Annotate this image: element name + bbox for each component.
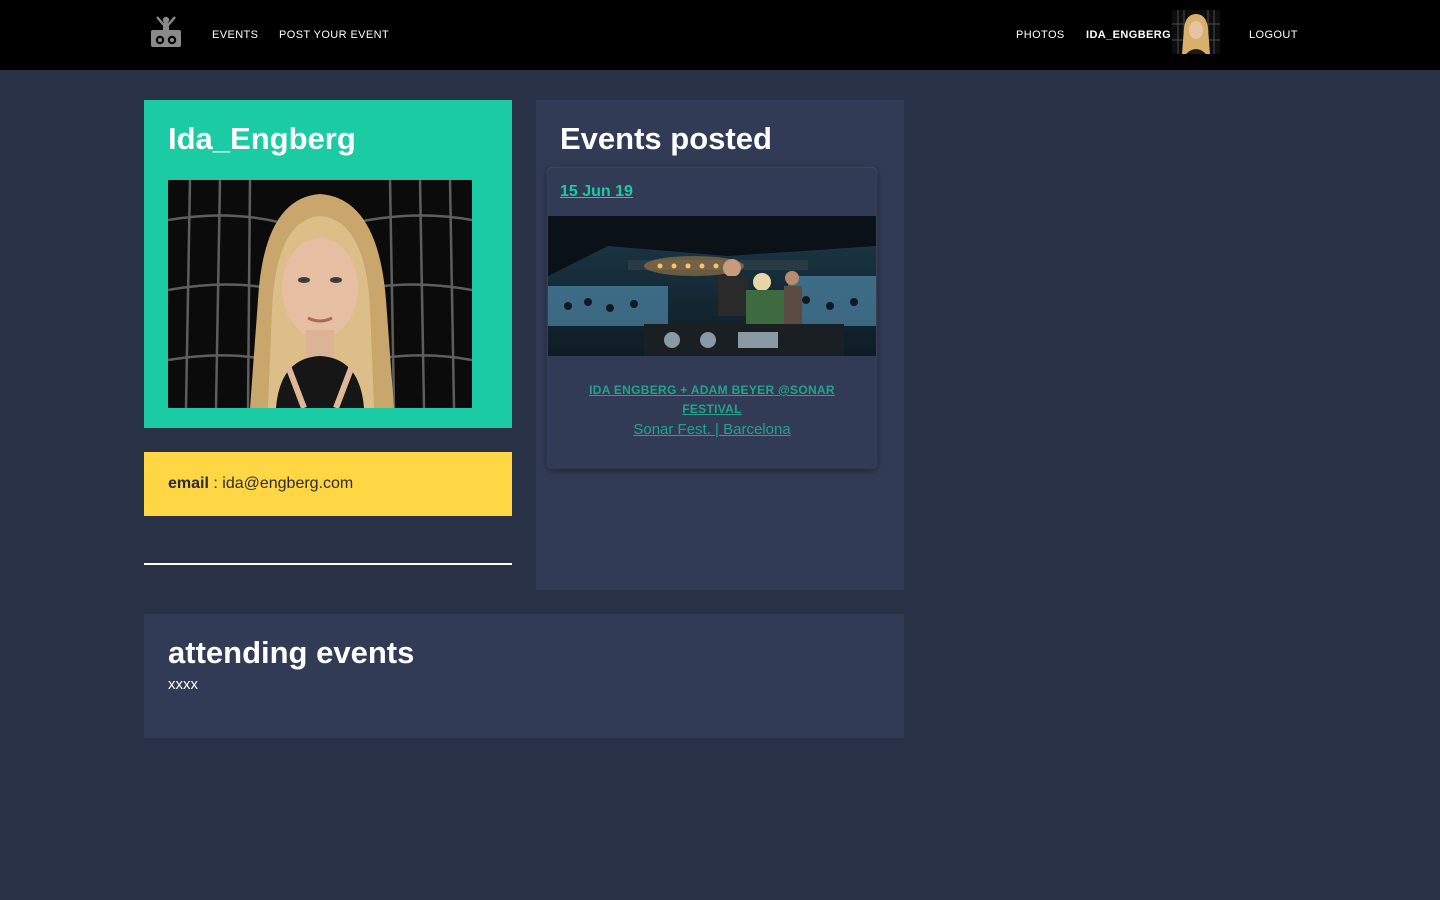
nav-logout-link[interactable]: LOGOUT [1249, 28, 1298, 42]
profile-name: Ida_Engberg [168, 121, 356, 156]
nav-post-event-link[interactable]: POST YOUR EVENT [279, 28, 389, 42]
attending-events-title: attending events [168, 635, 415, 670]
dj-robot-logo-icon[interactable] [148, 14, 184, 50]
attending-events-text: xxxx [168, 676, 198, 693]
nav-events-link[interactable]: EVENTS [212, 28, 258, 42]
avatar[interactable] [1172, 10, 1220, 54]
top-navbar: EVENTS POST YOUR EVENT PHOTOS IDA_ENGBER… [0, 0, 1440, 70]
email-card: email : ida@engberg.com [144, 452, 512, 516]
divider [144, 563, 512, 565]
event-card[interactable]: 15 Jun 19 IDA ENGBERG + ADAM BEYER @SONA… [548, 168, 876, 468]
email-line: email : ida@engberg.com [168, 475, 353, 493]
attending-events-panel: attending events xxxx [144, 614, 904, 738]
nav-username-link[interactable]: IDA_ENGBERG [1086, 28, 1171, 42]
email-separator: : [208, 475, 223, 492]
event-date-link[interactable]: 15 Jun 19 [560, 182, 633, 202]
events-posted-panel: Events posted 15 Jun 19 IDA ENGBERG + AD… [536, 100, 904, 590]
email-label: email [168, 475, 209, 492]
email-value: ida@engberg.com [222, 475, 354, 492]
profile-photo [168, 180, 472, 408]
profile-card: Ida_Engberg [144, 100, 512, 428]
events-posted-title: Events posted [560, 121, 772, 156]
nav-photos-link[interactable]: PHOTOS [1016, 28, 1065, 42]
event-image[interactable] [548, 216, 876, 356]
event-venue-link[interactable]: Sonar Fest. | Barcelona [548, 420, 876, 440]
event-title-link[interactable]: IDA ENGBERG + ADAM BEYER @SONAR FESTIVAL [576, 381, 848, 419]
